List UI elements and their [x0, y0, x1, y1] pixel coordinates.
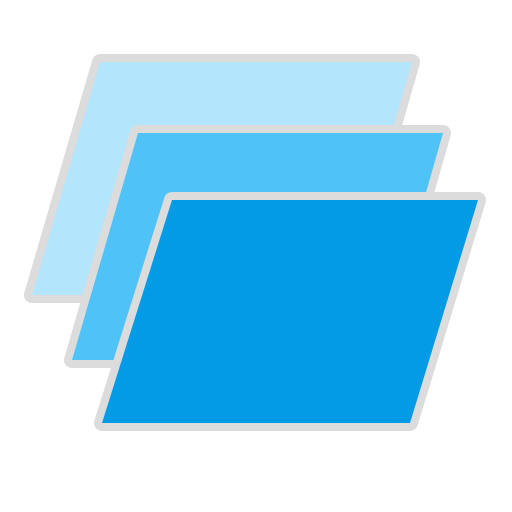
icon-canvas — [0, 0, 512, 512]
layer-front — [94, 192, 486, 431]
stacked-layers-icon — [24, 54, 486, 431]
